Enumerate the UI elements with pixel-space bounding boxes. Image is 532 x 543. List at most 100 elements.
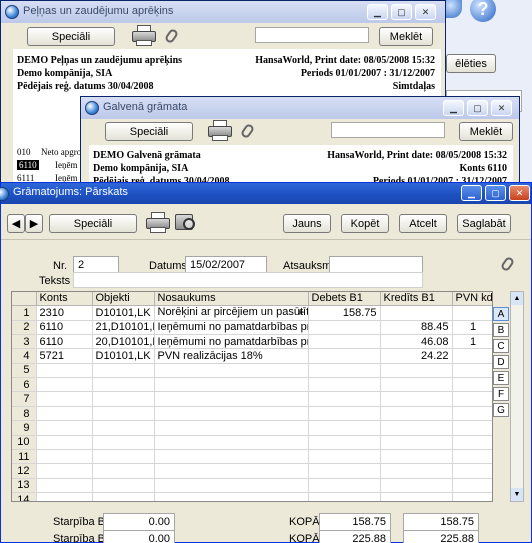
column-header-pvn[interactable]: PVN kd — [452, 292, 492, 306]
table-row[interactable]: 1 2310 D10101,LK ▶ Norēķini ar pircējiem un … — [12, 305, 492, 321]
debets-cell[interactable] — [308, 420, 381, 436]
nosaukums-cell[interactable] — [154, 435, 309, 451]
special-button[interactable]: Speciāli — [27, 27, 115, 46]
objekti-cell[interactable] — [92, 363, 155, 379]
objekti-cell[interactable] — [92, 449, 155, 465]
kredits-cell[interactable] — [380, 420, 453, 436]
kredits-cell[interactable] — [380, 449, 453, 465]
report-row-code-selected[interactable]: 6110 — [17, 160, 39, 170]
printer-icon[interactable] — [131, 25, 157, 47]
debets-cell[interactable] — [308, 478, 381, 494]
table-row[interactable]: 36110 20,D10101,LKIeņēmumi no pamatdarbīb… — [12, 334, 492, 350]
table-row[interactable]: 7 — [12, 391, 492, 407]
printer-icon[interactable] — [145, 212, 171, 234]
nosaukums-cell[interactable] — [154, 406, 309, 422]
printer-icon[interactable] — [207, 120, 233, 142]
table-row[interactable]: 5 — [12, 363, 492, 379]
konts-cell[interactable] — [36, 420, 93, 436]
search-button[interactable]: Meklēt — [459, 122, 513, 141]
search-input[interactable] — [255, 27, 369, 43]
objekti-cell[interactable] — [92, 435, 155, 451]
grid-scrollbar[interactable]: ▲ ▼ — [510, 291, 524, 502]
debets-cell[interactable] — [308, 334, 381, 350]
general-ledger-titlebar[interactable]: Galvenā grāmata ▁ ▢ ✕ — [81, 97, 519, 119]
pvn-cell[interactable] — [452, 305, 492, 321]
pvn-cell[interactable] — [452, 363, 492, 379]
transaction-window[interactable]: Grāmatojums: Pārskats ▁ ▢ ✕ ◀ ▶ Speciāli… — [0, 182, 532, 543]
close-button[interactable]: ✕ — [415, 4, 436, 20]
objekti-cell[interactable] — [92, 492, 155, 501]
side-panel-button[interactable]: ēlēties — [446, 54, 496, 73]
konts-cell[interactable] — [36, 377, 93, 393]
side-tab-e[interactable]: E — [493, 371, 509, 385]
general-ledger-window[interactable]: Galvenā grāmata ▁ ▢ ✕ Speciāli Meklēt DE… — [80, 96, 520, 187]
special-button[interactable]: Speciāli — [105, 122, 193, 141]
konts-cell[interactable] — [36, 435, 93, 451]
konts-cell[interactable] — [36, 463, 93, 479]
debets-cell[interactable] — [308, 348, 381, 364]
attachment-icon[interactable] — [239, 122, 256, 140]
pvn-cell[interactable] — [452, 478, 492, 494]
kredits-cell[interactable] — [380, 406, 453, 422]
kredits-cell[interactable] — [380, 492, 453, 501]
side-tab-a[interactable]: A — [493, 307, 509, 321]
scroll-up-icon[interactable]: ▲ — [511, 292, 523, 305]
konts-cell[interactable]: 5721 — [36, 348, 93, 364]
objekti-cell[interactable]: 20,D10101,LK — [92, 334, 155, 350]
table-row[interactable]: 9 — [12, 420, 492, 436]
debets-cell[interactable]: 158.75 — [308, 305, 381, 321]
special-button[interactable]: Speciāli — [49, 214, 137, 233]
pvn-cell[interactable] — [452, 449, 492, 465]
forward-button[interactable]: ▶ — [25, 214, 43, 233]
kredits-cell[interactable] — [380, 377, 453, 393]
search-button[interactable]: Meklēt — [379, 27, 433, 46]
table-row[interactable]: 13 — [12, 478, 492, 494]
kredits-cell[interactable] — [380, 463, 453, 479]
nosaukums-cell[interactable]: PVN realizācijas 18% — [154, 348, 309, 364]
column-header-nosaukums[interactable]: Nosaukums — [154, 292, 309, 306]
new-button[interactable]: Jauns — [283, 214, 331, 233]
maximize-button[interactable]: ▢ — [391, 4, 412, 20]
pvn-cell[interactable]: 1 — [452, 334, 492, 350]
table-row[interactable]: 6 — [12, 377, 492, 393]
nosaukums-cell[interactable]: Ieņēmumi no pamatdarbības produkc — [154, 320, 309, 335]
pvn-cell[interactable] — [452, 406, 492, 422]
search-input[interactable] — [331, 122, 445, 138]
column-header-kredits[interactable]: Kredīts B1 — [380, 292, 453, 306]
minimize-button[interactable]: ▁ — [443, 100, 464, 116]
kredits-cell[interactable]: 46.08 — [380, 334, 453, 350]
globe-icon[interactable] — [446, 0, 462, 18]
side-tab-c[interactable]: C — [493, 339, 509, 353]
kredits-cell[interactable]: 88.45 — [380, 320, 453, 335]
table-row[interactable]: 11 — [12, 449, 492, 465]
debets-cell[interactable] — [308, 363, 381, 379]
pvn-cell[interactable] — [452, 463, 492, 479]
minimize-button[interactable]: ▁ — [367, 4, 388, 20]
konts-cell[interactable] — [36, 478, 93, 494]
kredits-cell[interactable] — [380, 363, 453, 379]
objekti-cell[interactable] — [92, 377, 155, 393]
nosaukums-cell[interactable]: Ieņēmumi no pamatdarbības produkc — [154, 334, 309, 350]
nosaukums-cell[interactable] — [154, 463, 309, 479]
pvn-cell[interactable] — [452, 348, 492, 364]
debets-cell[interactable] — [308, 406, 381, 422]
table-row[interactable]: 26110 21,D10101,LKIeņēmumi no pamatdarbīb… — [12, 320, 492, 335]
konts-cell[interactable] — [36, 391, 93, 407]
minimize-button[interactable]: ▁ — [461, 185, 482, 201]
column-header-objekti[interactable]: Objekti — [92, 292, 155, 306]
kredits-cell[interactable] — [380, 391, 453, 407]
print-preview-icon[interactable] — [173, 212, 199, 234]
side-tab-d[interactable]: D — [493, 355, 509, 369]
kredits-cell[interactable]: 24.22 — [380, 348, 453, 364]
objekti-cell[interactable] — [92, 391, 155, 407]
pvn-cell[interactable] — [452, 420, 492, 436]
table-row[interactable]: 10 — [12, 435, 492, 451]
table-row[interactable]: 4 5721 D10101,LK PVN realizācijas 18% 24.22 — [12, 348, 492, 364]
column-header-debets[interactable]: Debets B1 — [308, 292, 381, 306]
objekti-cell[interactable] — [92, 478, 155, 494]
konts-cell[interactable] — [36, 363, 93, 379]
debets-cell[interactable] — [308, 463, 381, 479]
objekti-cell[interactable]: 21,D10101,LK — [92, 320, 155, 335]
debets-cell[interactable] — [308, 377, 381, 393]
table-row[interactable]: 14 — [12, 492, 492, 501]
